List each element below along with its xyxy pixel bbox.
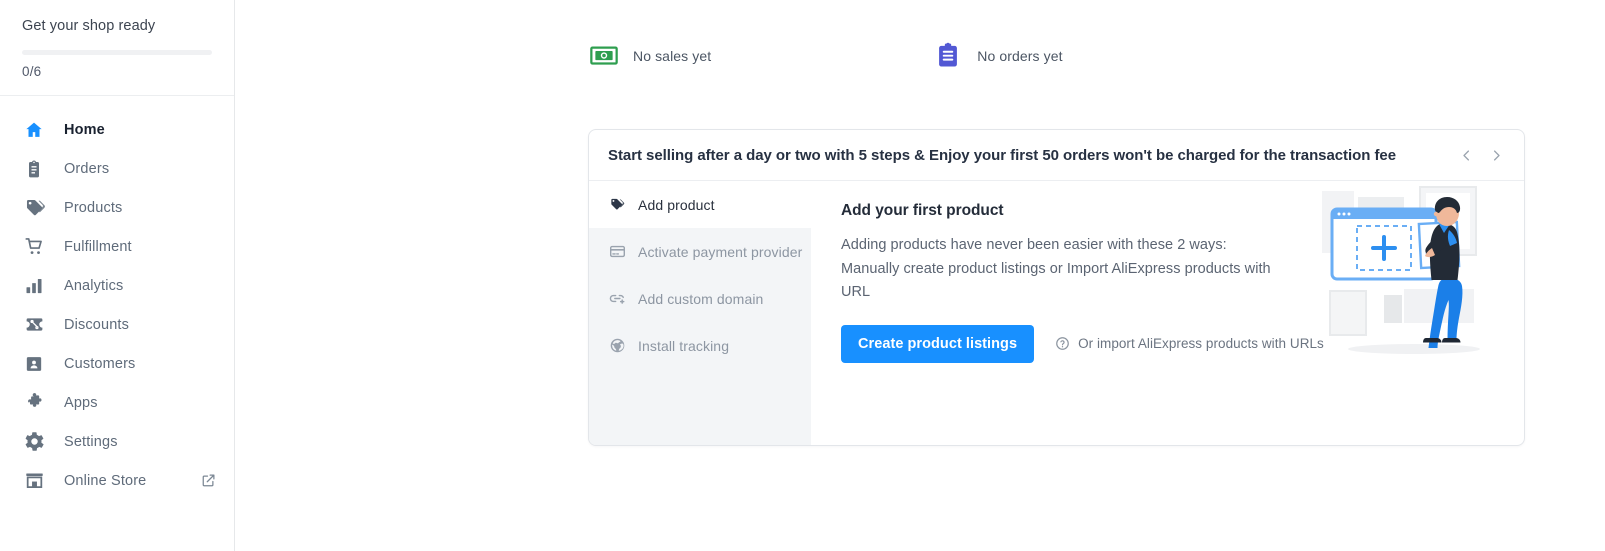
stat-label: No sales yet — [633, 48, 712, 64]
sidebar-item-customers[interactable]: Customers — [0, 344, 234, 383]
sidebar-item-orders[interactable]: Orders — [0, 149, 234, 188]
card-carousel-nav — [1455, 144, 1507, 166]
sidebar-item-label: Discounts — [64, 316, 130, 333]
sidebar-item-label: Customers — [64, 355, 136, 372]
bar-chart-icon — [23, 275, 45, 297]
step-label: Install tracking — [638, 337, 730, 354]
sidebar-item-label: Products — [64, 199, 123, 216]
main-content: No sales yet No orders yet Start selling… — [235, 0, 1605, 551]
shop-ready-progress-count: 0/6 — [22, 64, 42, 79]
tag-add-icon — [609, 196, 626, 213]
stat-orders: No orders yet — [932, 40, 1062, 72]
percent-tag-icon — [23, 314, 45, 336]
sidebar-item-label: Settings — [64, 433, 118, 450]
customers-icon — [23, 353, 45, 375]
sidebar-item-label: Fulfillment — [64, 238, 132, 255]
external-link-icon[interactable] — [201, 473, 216, 488]
card-title: Start selling after a day or two with 5 … — [608, 146, 1396, 164]
step-activate-payment-provider[interactable]: Activate payment provider — [589, 228, 811, 275]
sidebar-item-discounts[interactable]: Discounts — [0, 305, 234, 344]
sidebar-item-label: Analytics — [64, 277, 124, 294]
step-detail-pane: Add your first product Adding products h… — [811, 181, 1524, 445]
card-header: Start selling after a day or two with 5 … — [589, 130, 1524, 181]
sidebar-item-label: Home — [64, 121, 105, 138]
tag-icon — [23, 197, 45, 219]
step-add-custom-domain[interactable]: Add custom domain — [589, 275, 811, 322]
shop-ready-panel: Get your shop ready 0/6 — [0, 0, 234, 79]
sidebar-item-home[interactable]: Home — [0, 110, 234, 149]
onboarding-steps-list: Add product Activate payment provider Ad… — [589, 181, 819, 445]
cart-icon — [23, 236, 45, 258]
link-add-icon — [609, 290, 626, 307]
sidebar-item-products[interactable]: Products — [0, 188, 234, 227]
credit-card-icon — [609, 243, 626, 260]
sidebar-item-analytics[interactable]: Analytics — [0, 266, 234, 305]
shop-ready-progress-bar — [22, 50, 212, 55]
stat-label: No orders yet — [977, 48, 1063, 64]
shop-ready-title: Get your shop ready — [22, 18, 156, 34]
sidebar-item-apps[interactable]: Apps — [0, 383, 234, 422]
pane-description: Adding products have never been easier w… — [841, 237, 1271, 300]
storefront-icon — [23, 470, 45, 492]
clipboard-icon — [23, 158, 45, 180]
chevron-left-icon[interactable] — [1455, 144, 1477, 166]
app-root: Get your shop ready 0/6 Home Orders Prod… — [0, 0, 1605, 551]
onboarding-card: Start selling after a day or two with 5 … — [588, 129, 1525, 446]
stat-sales: No sales yet — [588, 40, 711, 72]
sidebar-nav: Home Orders Products Fulfillment Analyti… — [0, 96, 234, 500]
step-add-product[interactable]: Add product — [589, 181, 819, 228]
orders-clipboard-icon — [932, 40, 964, 72]
sidebar-item-fulfillment[interactable]: Fulfillment — [0, 227, 234, 266]
sidebar-item-label: Apps — [64, 394, 98, 411]
card-body: Add product Activate payment provider Ad… — [589, 181, 1524, 445]
sidebar-item-label: Orders — [64, 160, 110, 177]
home-icon — [23, 119, 45, 141]
sidebar-item-label: Online Store — [64, 472, 147, 489]
chevron-right-icon[interactable] — [1485, 144, 1507, 166]
step-label: Add product — [638, 196, 715, 213]
puzzle-icon — [23, 392, 45, 414]
gear-icon — [23, 431, 45, 453]
step-label: Add custom domain — [638, 290, 764, 307]
create-product-listings-button[interactable]: Create product listings — [841, 324, 1035, 363]
sidebar-item-online-store[interactable]: Online Store — [0, 461, 234, 500]
person-adding-product-illustration — [1308, 183, 1508, 358]
globe-icon — [609, 337, 626, 354]
step-install-tracking[interactable]: Install tracking — [589, 322, 811, 369]
step-label: Activate payment provider — [638, 243, 803, 260]
sidebar: Get your shop ready 0/6 Home Orders Prod… — [0, 0, 235, 551]
import-link-label: Or import AliExpress products with URLs — [1078, 336, 1324, 351]
money-icon — [588, 40, 620, 72]
import-aliexpress-link[interactable]: Or import AliExpress products with URLs — [1055, 336, 1324, 351]
sidebar-item-settings[interactable]: Settings — [0, 422, 234, 461]
help-circle-icon — [1055, 336, 1070, 351]
stats-row: No sales yet No orders yet — [588, 40, 1063, 72]
